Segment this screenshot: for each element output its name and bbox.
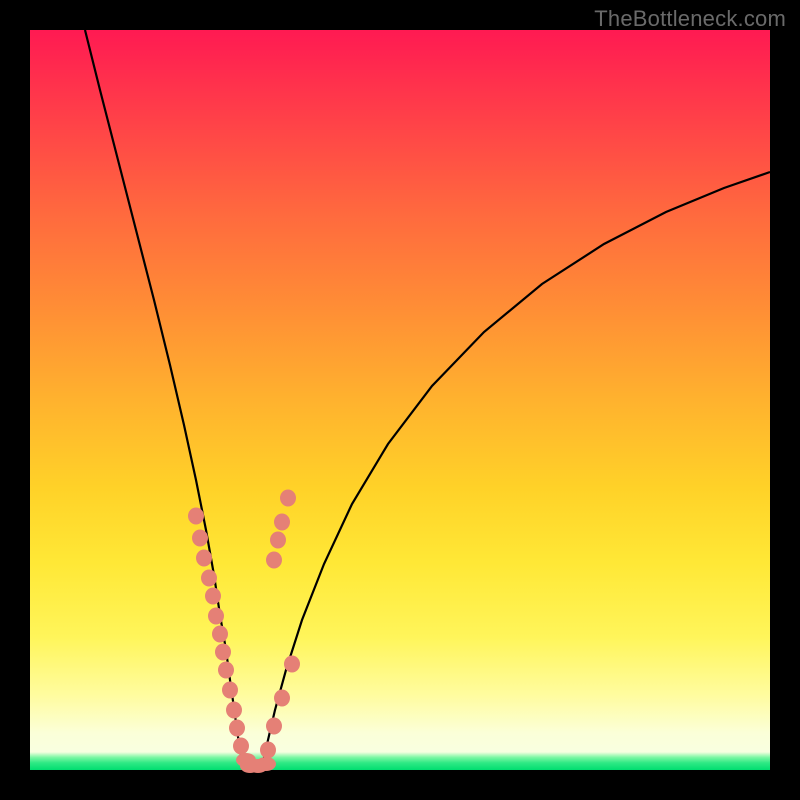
data-point [274, 514, 290, 531]
data-point [226, 702, 242, 719]
watermark-text: TheBottleneck.com [594, 6, 786, 32]
plot-area [30, 30, 770, 770]
data-point [233, 738, 249, 755]
data-point [280, 490, 296, 507]
right-curve [262, 172, 770, 768]
data-point [266, 552, 282, 569]
data-point [284, 656, 300, 673]
data-point [201, 570, 217, 587]
data-point [260, 742, 276, 759]
data-point [222, 682, 238, 699]
data-point [192, 530, 208, 547]
scatter-points [188, 490, 300, 774]
data-point [229, 720, 245, 737]
data-point [208, 608, 224, 625]
data-point [266, 718, 282, 735]
data-point [270, 532, 286, 549]
data-point [218, 662, 234, 679]
data-point [274, 690, 290, 707]
curve-layer [30, 30, 770, 770]
data-point [212, 626, 228, 643]
data-point [215, 644, 231, 661]
chart-frame: TheBottleneck.com [0, 0, 800, 800]
data-point [188, 508, 204, 525]
data-point [205, 588, 221, 605]
data-point [256, 757, 276, 771]
data-point [196, 550, 212, 567]
